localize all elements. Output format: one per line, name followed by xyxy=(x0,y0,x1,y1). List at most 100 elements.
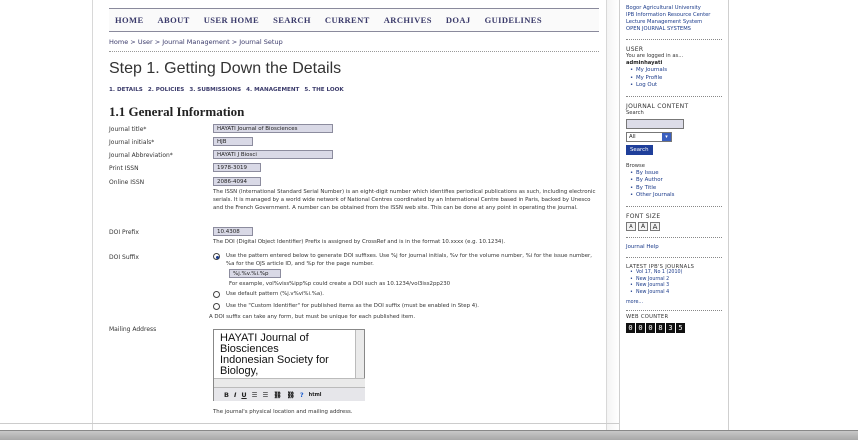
top-navigation: HOME ABOUT USER HOME SEARCH CURRENT ARCH… xyxy=(109,8,599,32)
nav-search[interactable]: SEARCH xyxy=(273,15,311,25)
doi-default-radio[interactable] xyxy=(213,291,220,298)
web-counter: 0 0 0 8 3 5 xyxy=(626,322,722,333)
step-management[interactable]: 4. MANAGEMENT xyxy=(246,87,299,93)
os-taskbar xyxy=(0,430,858,440)
nav-guidelines[interactable]: GUIDELINES xyxy=(485,15,542,25)
nav-about[interactable]: ABOUT xyxy=(158,15,190,25)
web-counter-heading: WEB COUNTER xyxy=(626,313,669,320)
doi-suffix-label: DOI Suffix xyxy=(109,254,139,261)
doi-prefix-label: DOI Prefix xyxy=(109,229,139,236)
step-the-look[interactable]: 5. THE LOOK xyxy=(304,87,343,93)
sidebar-divider xyxy=(626,309,722,311)
journal-title-input[interactable]: HAYATI Journal of Biosciences xyxy=(213,124,333,133)
my-profile-link[interactable]: My Profile xyxy=(626,75,722,83)
nav-current[interactable]: CURRENT xyxy=(325,15,370,25)
breadcrumb-journal-setup[interactable]: Journal Setup xyxy=(239,38,282,46)
journal-abbreviation-input[interactable]: HAYATI J Biosci xyxy=(213,150,333,159)
doi-suffix-default-option: Use default pattern (%j.v%vi%i.%a). xyxy=(213,290,603,298)
editor-horizontal-scrollbar[interactable] xyxy=(214,378,365,387)
other-journals-link[interactable]: Other Journals xyxy=(626,192,722,200)
search-scope-value: All xyxy=(629,133,636,140)
doi-prefix-help-text: The DOI (Digital Object Identifier) Pref… xyxy=(213,239,506,245)
footer-rule xyxy=(0,423,619,424)
underline-button[interactable]: U xyxy=(241,391,246,399)
doi-suffix-row: DOI Suffix xyxy=(109,252,213,261)
nav-archives[interactable]: ARCHIVES xyxy=(384,15,432,25)
doi-custom-radio[interactable] xyxy=(213,303,220,310)
sidebar-divider xyxy=(626,39,722,40)
mailing-address-row: Mailing Address xyxy=(109,324,213,333)
journal-title-label: Journal title* xyxy=(109,126,147,133)
logged-in-text: You are logged in as... xyxy=(626,53,684,59)
bullet-list-button[interactable]: ☰ xyxy=(252,391,258,399)
doi-pattern-radio[interactable] xyxy=(213,253,220,260)
html-button[interactable]: html xyxy=(309,392,322,398)
breadcrumb-user[interactable]: User xyxy=(138,38,153,46)
unlink-button[interactable]: ⛓ xyxy=(287,391,295,399)
online-issn-label: Online ISSN xyxy=(109,179,145,186)
online-issn-input[interactable]: 2086-4094 xyxy=(213,177,261,186)
breadcrumb-home[interactable]: Home xyxy=(109,38,128,46)
mailing-address-label: Mailing Address xyxy=(109,326,157,333)
my-journals-link[interactable]: My Journals xyxy=(626,67,722,75)
journal-initials-label: Journal initials* xyxy=(109,139,155,146)
font-size-controls: A A A xyxy=(626,221,722,231)
sidebar-divider xyxy=(626,95,722,97)
breadcrumb-separator: > xyxy=(154,38,161,46)
step-policies[interactable]: 2. POLICIES xyxy=(148,87,185,93)
right-sidebar: Bogor Agricultural University IPB Inform… xyxy=(619,0,729,430)
mailing-address-text[interactable]: HAYATI Journal of Biosciences Indonesian… xyxy=(220,333,350,377)
log-out-link[interactable]: Log Out xyxy=(626,82,722,90)
right-background xyxy=(729,0,858,430)
font-large-button[interactable]: A xyxy=(650,221,660,231)
counter-digit: 0 xyxy=(646,322,655,333)
font-medium-button[interactable]: A xyxy=(638,221,648,231)
doi-prefix-input[interactable]: 10.4308 xyxy=(213,227,253,236)
link-button[interactable]: ⛓ xyxy=(273,391,281,399)
institution-line: IPB Information Resource Center xyxy=(626,12,711,18)
numbered-list-button[interactable]: ☰ xyxy=(263,391,269,399)
browse-label: Browse xyxy=(626,162,645,169)
editor-vertical-scrollbar[interactable] xyxy=(355,330,364,378)
content-shadow xyxy=(607,0,619,430)
journal-initials-input[interactable]: HJB xyxy=(213,137,253,146)
counter-digit: 5 xyxy=(676,322,685,333)
doi-pattern-input[interactable]: %j.%v.%i.%p xyxy=(229,269,281,278)
step-details[interactable]: 1. DETAILS xyxy=(109,87,143,93)
italic-button[interactable]: I xyxy=(234,391,236,399)
nav-doaj[interactable]: DOAJ xyxy=(446,15,471,25)
search-scope-select[interactable]: All ▾ xyxy=(626,131,672,142)
user-heading: USER xyxy=(626,46,644,53)
section-title: 1.1 General Information xyxy=(109,104,245,119)
doi-suffix-pattern-option: Use the pattern entered below to generat… xyxy=(213,252,603,268)
search-input[interactable] xyxy=(626,118,684,129)
nav-user-home[interactable]: USER HOME xyxy=(204,15,259,25)
doi-custom-option-text: Use the "Custom Identifier" for publishe… xyxy=(226,303,479,309)
sidebar-divider xyxy=(626,205,722,207)
journal-help-link[interactable]: Journal Help xyxy=(626,244,722,252)
step-submissions[interactable]: 3. SUBMISSIONS xyxy=(189,87,241,93)
left-background xyxy=(0,0,92,430)
latest-journal-link[interactable]: New Journal 4 xyxy=(626,290,722,297)
bold-button[interactable]: B xyxy=(224,391,229,399)
doi-pattern-example: For example, vol%viss%ipp%p could create… xyxy=(229,281,451,287)
search-button[interactable]: Search xyxy=(626,144,653,155)
browse-by-title-link[interactable]: By Title xyxy=(626,185,722,193)
journal-initials-row: Journal initials* HJB xyxy=(109,137,253,146)
journal-abbreviation-row: Journal Abbreviation* HAYATI J Biosci xyxy=(109,150,333,159)
main-content: HOME ABOUT USER HOME SEARCH CURRENT ARCH… xyxy=(92,0,607,430)
sidebar-divider xyxy=(626,236,722,238)
print-issn-input[interactable]: 1978-3019 xyxy=(213,163,261,172)
mailing-address-editor[interactable]: HAYATI Journal of Biosciences Indonesian… xyxy=(213,329,365,401)
font-small-button[interactable]: A xyxy=(626,221,636,231)
counter-digit: 0 xyxy=(636,322,645,333)
help-icon[interactable]: ? xyxy=(300,391,304,399)
online-issn-row: Online ISSN 2086-4094 xyxy=(109,177,261,186)
chevron-down-icon[interactable]: ▾ xyxy=(662,132,671,141)
nav-home[interactable]: HOME xyxy=(115,15,144,25)
breadcrumb-journal-management[interactable]: Journal Management xyxy=(162,38,229,46)
more-link[interactable]: more... xyxy=(626,299,722,307)
browse-by-issue-link[interactable]: By Issue xyxy=(626,170,722,178)
browse-by-author-link[interactable]: By Author xyxy=(626,177,722,185)
doi-suffix-custom-option: Use the "Custom Identifier" for publishe… xyxy=(213,302,603,310)
